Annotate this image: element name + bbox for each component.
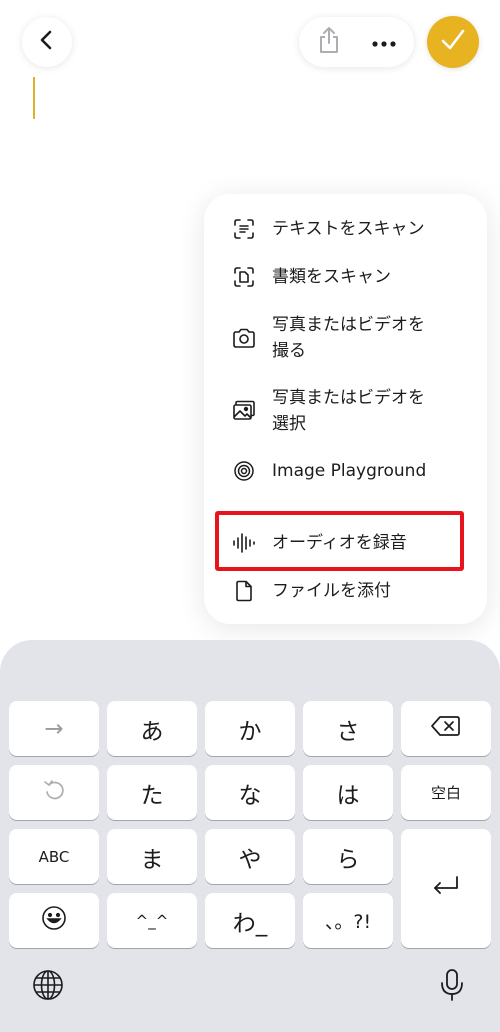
menu-item-label-line2: 撮る [272, 341, 306, 361]
more-icon [371, 33, 397, 52]
undo-icon [43, 779, 65, 807]
menu-item-choose-photo-video[interactable]: 写真またはビデオを 選択 [204, 383, 487, 439]
microphone-button[interactable] [432, 967, 472, 1007]
globe-icon [32, 969, 64, 1005]
key-ta[interactable]: た [107, 765, 197, 820]
share-button[interactable] [309, 22, 349, 62]
highlight-box [215, 511, 464, 571]
menu-item-scan-text[interactable]: テキストをスキャン [204, 214, 487, 244]
return-icon [432, 875, 460, 903]
more-button[interactable] [364, 22, 404, 62]
kaomoji-key[interactable]: ^_^ [107, 893, 197, 948]
menu-item-label-line1: 写真またはビデオを [272, 315, 425, 335]
back-icon [37, 30, 57, 54]
keyboard: → あ か さ た な は 空白 ABC ま や ら ^_^ わ_ 、。?! [0, 640, 500, 1032]
menu-item-label-line1: 写真またはビデオを [272, 388, 425, 408]
delete-icon [431, 715, 461, 743]
toolbar-pill [299, 17, 414, 67]
key-sa[interactable]: さ [303, 701, 393, 756]
key-na[interactable]: な [205, 765, 295, 820]
menu-item-attach-file[interactable]: ファイルを添付 [204, 576, 487, 606]
photo-library-icon [232, 399, 256, 423]
key-a[interactable]: あ [107, 701, 197, 756]
key-arrow[interactable]: → [9, 701, 99, 756]
undo-key[interactable] [9, 765, 99, 820]
image-playground-icon [232, 459, 256, 483]
key-ka[interactable]: か [205, 701, 295, 756]
key-ya[interactable]: や [205, 829, 295, 884]
menu-item-label-line2: 選択 [272, 414, 306, 434]
punctuation-key[interactable]: 、。?! [303, 893, 393, 948]
scan-document-icon [232, 265, 256, 289]
emoji-icon [41, 905, 67, 937]
space-key[interactable]: 空白 [401, 765, 491, 820]
checkmark-icon [440, 28, 466, 56]
menu-item-label: ファイルを添付 [272, 581, 391, 601]
microphone-icon [440, 968, 464, 1006]
abc-key[interactable]: ABC [9, 829, 99, 884]
key-wa[interactable]: わ_ [205, 893, 295, 948]
done-button[interactable] [427, 16, 479, 68]
key-ra[interactable]: ら [303, 829, 393, 884]
camera-icon [232, 326, 256, 350]
delete-key[interactable] [401, 701, 491, 756]
text-cursor [33, 77, 35, 119]
share-icon [317, 26, 341, 58]
menu-item-image-playground[interactable]: Image Playground [204, 456, 487, 486]
return-key[interactable] [401, 829, 491, 948]
menu-item-label: 書類をスキャン [272, 267, 391, 287]
key-ha[interactable]: は [303, 765, 393, 820]
menu-item-scan-document[interactable]: 書類をスキャン [204, 262, 487, 292]
menu-item-label: テキストをスキャン [272, 219, 425, 239]
key-ma[interactable]: ま [107, 829, 197, 884]
emoji-key[interactable] [9, 893, 99, 948]
globe-button[interactable] [28, 967, 68, 1007]
menu-item-take-photo-video[interactable]: 写真またはビデオを 撮る [204, 310, 487, 366]
scan-text-icon [232, 217, 256, 241]
back-button[interactable] [22, 17, 72, 67]
menu-item-label: Image Playground [272, 461, 427, 481]
document-icon [232, 579, 256, 603]
